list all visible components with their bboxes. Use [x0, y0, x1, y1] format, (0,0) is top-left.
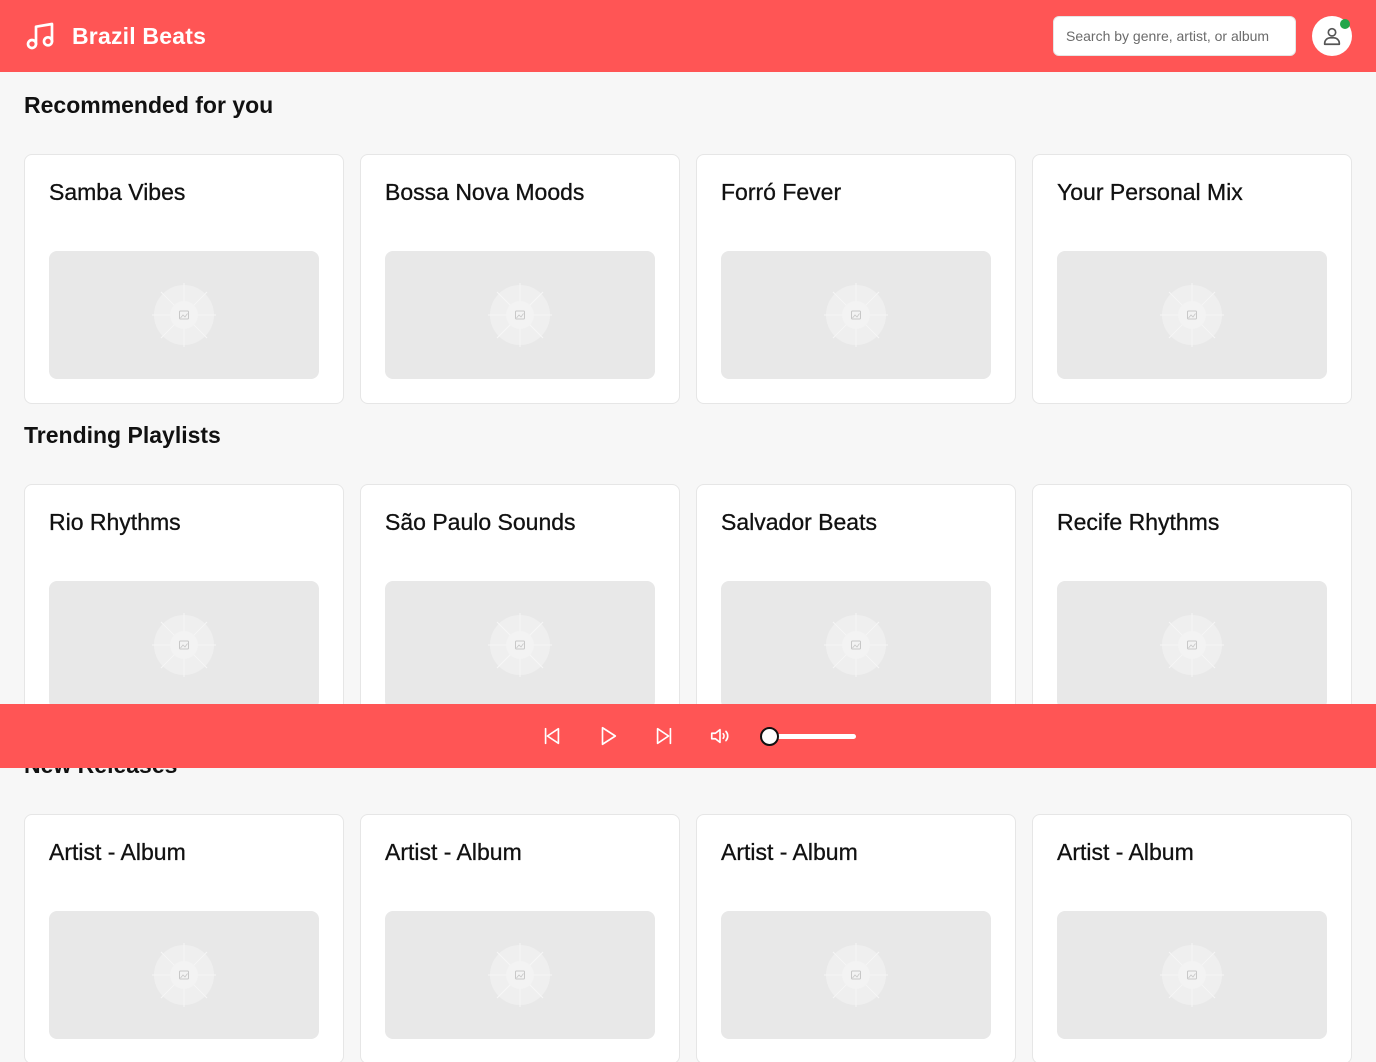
card-cover-image: [1057, 911, 1327, 1039]
section-1: Trending Playlists Rio Rhythms São Paulo S…: [24, 418, 1352, 734]
card-cover-image: [49, 911, 319, 1039]
skip-back-button[interactable]: [536, 720, 568, 752]
card-cover-image: [385, 251, 655, 379]
playlist-card[interactable]: Forró Fever: [696, 154, 1016, 404]
card-title: Your Personal Mix: [1057, 179, 1243, 205]
player-bar: [0, 704, 1376, 768]
card-cover-image: [49, 581, 319, 709]
skip-forward-icon: [656, 727, 672, 745]
playlist-card[interactable]: Samba Vibes: [24, 154, 344, 404]
card-title: Artist - Album: [385, 839, 522, 865]
card-grid: Artist - Album Artist - Album Artist - Alb…: [24, 814, 1352, 1062]
image-placeholder-icon: [824, 283, 888, 347]
image-placeholder-icon: [1160, 613, 1224, 677]
playlist-card[interactable]: Artist - Album: [360, 814, 680, 1062]
playlist-card[interactable]: Salvador Beats: [696, 484, 1016, 734]
playlist-card[interactable]: Rio Rhythms: [24, 484, 344, 734]
image-placeholder-icon: [824, 943, 888, 1007]
brand[interactable]: Brazil Beats: [24, 20, 206, 52]
card-title: São Paulo Sounds: [385, 509, 576, 535]
card-title: Rio Rhythms: [49, 509, 181, 535]
card-title: Recife Rhythms: [1057, 509, 1220, 535]
card-title: Artist - Album: [721, 839, 858, 865]
image-placeholder-icon: [152, 613, 216, 677]
image-placeholder-icon: [152, 943, 216, 1007]
play-button[interactable]: [592, 720, 624, 752]
card-cover-image: [721, 251, 991, 379]
volume-thumb[interactable]: [760, 727, 779, 746]
section-0: Recommended for you Samba Vibes Bossa Nova…: [24, 88, 1352, 404]
volume-icon: [710, 728, 729, 744]
search-input[interactable]: [1053, 16, 1296, 56]
card-title: Samba Vibes: [49, 179, 186, 205]
app-header: Brazil Beats: [0, 0, 1376, 72]
playlist-card[interactable]: Artist - Album: [696, 814, 1016, 1062]
card-cover-image: [721, 581, 991, 709]
user-icon: [1323, 27, 1341, 46]
section-title: Trending Playlists: [24, 422, 221, 448]
image-placeholder-icon: [824, 613, 888, 677]
card-cover-image: [385, 581, 655, 709]
card-grid: Samba Vibes Bossa Nova Moods Forró Fever Yo…: [24, 154, 1352, 404]
playlist-card[interactable]: Recife Rhythms: [1032, 484, 1352, 734]
user-avatar-button[interactable]: [1312, 16, 1352, 56]
online-status-indicator: [1340, 19, 1350, 29]
skip-back-icon: [544, 727, 560, 745]
playlist-card[interactable]: São Paulo Sounds: [360, 484, 680, 734]
volume-button[interactable]: [704, 720, 736, 752]
skip-forward-button[interactable]: [648, 720, 680, 752]
image-placeholder-icon: [152, 283, 216, 347]
image-placeholder-icon: [488, 943, 552, 1007]
play-icon: [601, 726, 617, 746]
music-note-icon: [26, 22, 54, 50]
card-title: Artist - Album: [1057, 839, 1194, 865]
card-cover-image: [49, 251, 319, 379]
card-title: Forró Fever: [721, 179, 842, 205]
card-cover-image: [721, 911, 991, 1039]
image-placeholder-icon: [488, 613, 552, 677]
card-title: Salvador Beats: [721, 509, 877, 535]
card-cover-image: [385, 911, 655, 1039]
card-title: Bossa Nova Moods: [385, 179, 585, 205]
card-title: Artist - Album: [49, 839, 186, 865]
card-grid: Rio Rhythms São Paulo Sounds Salvador Beat…: [24, 484, 1352, 734]
volume-slider[interactable]: [760, 726, 856, 746]
card-cover-image: [1057, 251, 1327, 379]
image-placeholder-icon: [1160, 283, 1224, 347]
playlist-card[interactable]: Bossa Nova Moods: [360, 154, 680, 404]
playlist-card[interactable]: Artist - Album: [1032, 814, 1352, 1062]
playlist-card[interactable]: Artist - Album: [24, 814, 344, 1062]
image-placeholder-icon: [1160, 943, 1224, 1007]
section-title: Recommended for you: [24, 92, 274, 118]
image-placeholder-icon: [488, 283, 552, 347]
app-title: Brazil Beats: [72, 22, 207, 49]
playlist-card[interactable]: Your Personal Mix: [1032, 154, 1352, 404]
card-cover-image: [1057, 581, 1327, 709]
section-2: New ReleasesArtist - AlbumArtist - Album…: [24, 748, 1352, 1062]
